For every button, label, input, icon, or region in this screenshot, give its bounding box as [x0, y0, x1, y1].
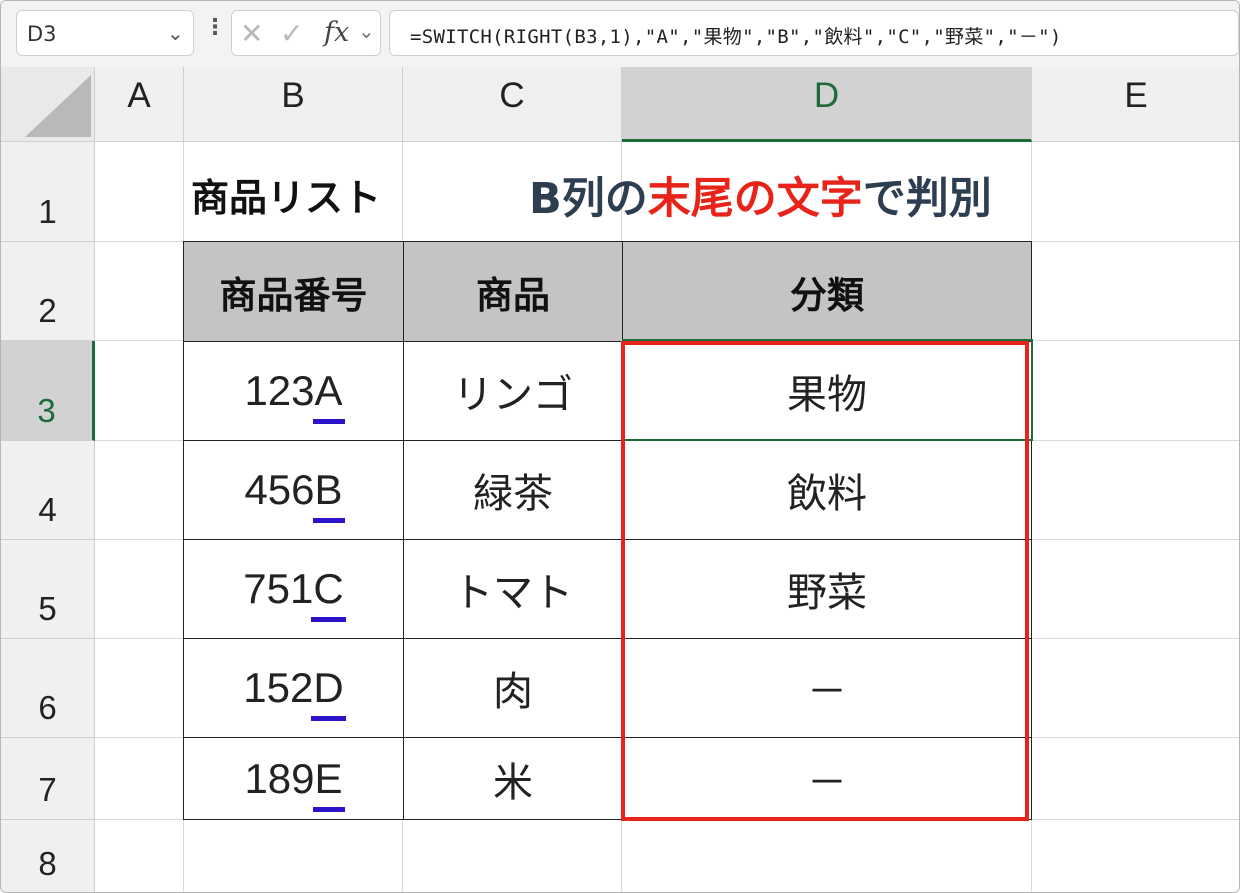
code-value: 123A [244, 367, 345, 424]
column-header-d[interactable]: D [622, 67, 1032, 142]
row-number: 2 [38, 292, 57, 329]
table-cell-code[interactable]: 152D [183, 638, 404, 738]
table-cell-product[interactable]: トマト [403, 539, 623, 639]
row-header-1[interactable]: 1 [1, 142, 95, 242]
row-header-4[interactable]: 4 [1, 441, 95, 540]
code-last-char: A [312, 367, 345, 424]
column-header-e[interactable]: E [1032, 67, 1239, 142]
table-cell-product[interactable]: 米 [403, 737, 623, 820]
row-header-2[interactable]: 2 [1, 242, 95, 341]
code-prefix: 456 [244, 466, 315, 513]
code-value: 152D [243, 664, 347, 721]
select-all-triangle-icon [25, 75, 91, 137]
table-header-category[interactable]: 分類 [622, 241, 1032, 342]
code-value: 189E [244, 754, 345, 812]
code-prefix: 751 [243, 565, 314, 612]
table-cell-product[interactable]: リンゴ [403, 341, 623, 441]
table-header-product[interactable]: 商品 [403, 241, 623, 342]
column-header-a[interactable]: A [95, 67, 184, 142]
code-prefix: 189 [244, 754, 315, 802]
row-number: 6 [38, 689, 57, 726]
table-cell-product[interactable]: 緑茶 [403, 440, 623, 540]
row-header-5[interactable]: 5 [1, 540, 95, 639]
table-cell-product[interactable]: 肉 [403, 638, 623, 738]
highlight-box [621, 341, 1029, 821]
column-header-c[interactable]: C [403, 67, 622, 142]
table-cell-code[interactable]: 123A [183, 341, 404, 441]
code-last-char: B [312, 466, 345, 523]
code-prefix: 152 [243, 664, 314, 711]
code-prefix: 123 [244, 367, 315, 414]
column-header-b[interactable]: B [184, 67, 403, 142]
code-value: 456B [244, 466, 345, 523]
row-number: 5 [38, 590, 57, 627]
code-last-char: C [311, 565, 347, 622]
callout-prefix: B列の [529, 174, 648, 224]
spreadsheet-window: D3 ⌄ ⋮ ✕ ✓ fx ⌄ =SWITCH(RIGHT(B3,1),"A",… [0, 0, 1240, 893]
code-last-char: D [311, 664, 347, 721]
row-number: 1 [38, 193, 57, 230]
row-header-6[interactable]: 6 [1, 639, 95, 738]
table-cell-code[interactable]: 751C [183, 539, 404, 639]
row-header-8[interactable]: 8 [1, 820, 95, 892]
table-cell-code[interactable]: 189E [183, 737, 404, 820]
table-header-code[interactable]: 商品番号 [183, 241, 404, 342]
row-number: 8 [38, 845, 57, 882]
row-header-7[interactable]: 7 [1, 738, 95, 820]
callout-highlight: 末尾の文字 [647, 174, 863, 224]
select-all-corner[interactable] [1, 67, 95, 142]
row-number: 4 [38, 491, 57, 528]
row-number: 7 [38, 771, 57, 808]
row-header-3[interactable]: 3 [1, 341, 95, 441]
callout-suffix: で判別 [862, 174, 992, 224]
code-last-char: E [312, 754, 345, 812]
table-cell-code[interactable]: 456B [183, 440, 404, 540]
sheet-grid: A B C D E 1 2 3 4 5 6 7 8 商品リスト B列の末尾の文字… [1, 1, 1239, 892]
code-value: 751C [243, 565, 347, 622]
row-number: 3 [37, 392, 56, 429]
sheet-title: 商品リスト [191, 176, 382, 220]
callout-text: B列の末尾の文字で判別 [529, 164, 992, 226]
